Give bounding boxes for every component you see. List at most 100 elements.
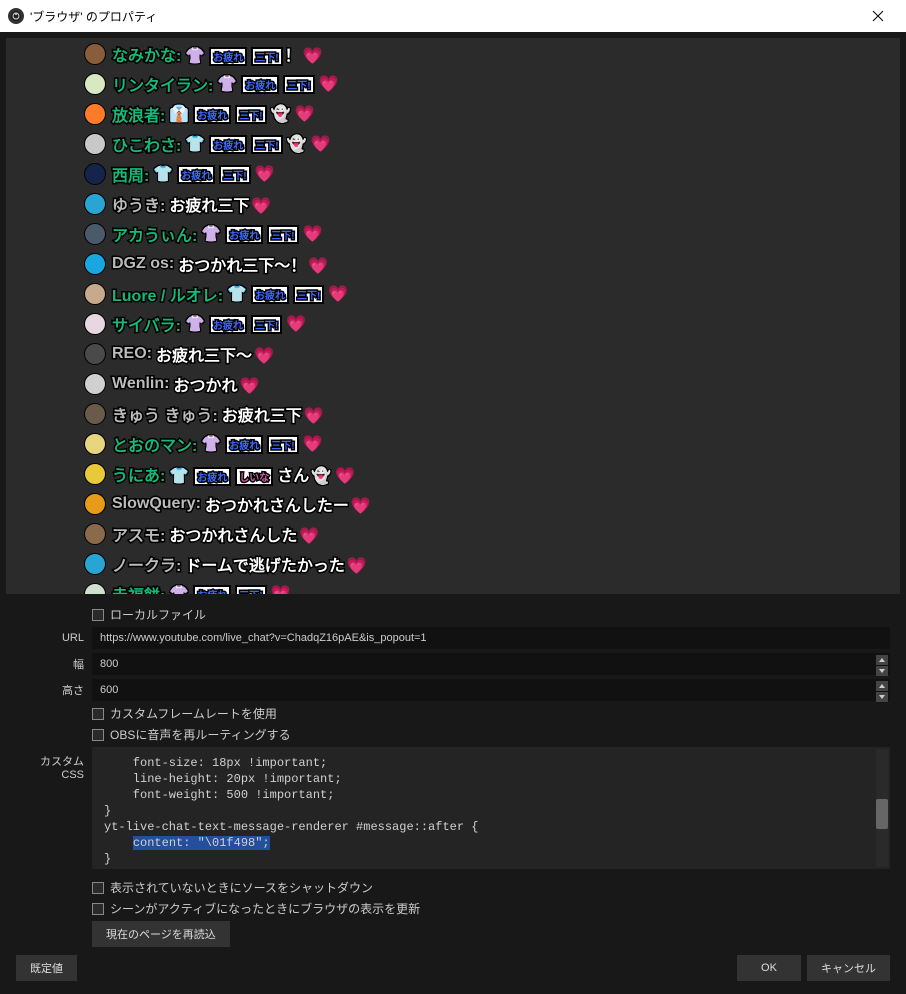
chat-username: リンタイラン:: [112, 72, 213, 96]
custom-css-label: カスタム CSS: [16, 747, 92, 781]
reroute-audio-checkbox[interactable]: OBSに音声を再ルーティングする: [92, 726, 890, 743]
chat-message: きゅう きゅう:お疲れ三下💗: [84, 402, 900, 426]
avatar: [84, 493, 106, 515]
chat-username: なみかな:: [112, 42, 181, 66]
avatar: [84, 283, 106, 305]
chat-body: 👚お疲れ三下!💗: [183, 314, 306, 334]
chat-message: Luore / ルオレ:👕お疲れ三下!💗: [84, 282, 900, 306]
avatar: [84, 433, 106, 455]
chat-body: 👕お疲れしいなさん👻💗: [167, 462, 355, 486]
window-title: 'ブラウザ' のプロパティ: [30, 8, 858, 25]
properties-form: ローカルファイル URL 幅 高さ: [6, 594, 900, 947]
chat-username: サイバラ:: [112, 312, 181, 336]
chat-username: REO:: [112, 345, 152, 363]
avatar: [84, 163, 106, 185]
local-file-checkbox[interactable]: ローカルファイル: [92, 606, 890, 623]
avatar: [84, 253, 106, 275]
avatar: [84, 463, 106, 485]
chat-username: ゆうき:: [112, 192, 165, 216]
defaults-button[interactable]: 既定値: [16, 955, 77, 981]
avatar: [84, 103, 106, 125]
custom-css-input[interactable]: font-size: 18px !important; line-height:…: [92, 747, 890, 869]
checkbox-icon: [92, 708, 104, 720]
chat-body: 👕お疲れ三下!💗: [151, 164, 274, 184]
css-scroll-thumb[interactable]: [876, 799, 888, 829]
avatar: [84, 583, 106, 594]
shutdown-checkbox[interactable]: 表示されていないときにソースをシャットダウン: [92, 879, 890, 896]
chat-message: DGZ os:おつかれ三下〜！💗: [84, 252, 900, 276]
css-scrollbar[interactable]: [876, 749, 888, 867]
chat-body: 👕お疲れ三下!💗: [225, 284, 348, 304]
chat-body: おつかれさんしたー💗: [203, 492, 371, 516]
chat-message: アカうぃん:👚お疲れ三下!💗: [84, 222, 900, 246]
chat-body: お疲れ三下〜💗: [154, 342, 274, 366]
chat-username: 西周:: [112, 162, 149, 186]
chat-message: SlowQuery:おつかれさんしたー💗: [84, 492, 900, 516]
checkbox-icon: [92, 609, 104, 621]
obs-icon: [8, 8, 24, 24]
chat-username: 赤福餅:: [112, 582, 165, 594]
avatar: [84, 133, 106, 155]
avatar: [84, 403, 106, 425]
chat-message: Wenlin:おつかれ💗: [84, 372, 900, 396]
chat-body: 👚お疲れ三下!💗: [167, 584, 290, 594]
chat-username: SlowQuery:: [112, 495, 201, 513]
width-label: 幅: [16, 656, 92, 672]
checkbox-icon: [92, 903, 104, 915]
avatar: [84, 523, 106, 545]
height-input[interactable]: [92, 679, 890, 701]
close-button[interactable]: [858, 0, 898, 32]
width-input[interactable]: [92, 653, 890, 675]
chat-message: アスモ:おつかれさんした💗: [84, 522, 900, 546]
checkbox-icon: [92, 729, 104, 741]
chat-message: 赤福餅:👚お疲れ三下!💗: [84, 582, 900, 594]
chat-username: アスモ:: [112, 522, 165, 546]
dialog-footer: 既定値 OK キャンセル: [6, 947, 900, 989]
dialog-content: なみかな:👚お疲れ三下!！💗リンタイラン:👚お疲れ三下!💗放浪者:👔お疲れ三下!…: [0, 32, 906, 994]
ok-button[interactable]: OK: [737, 955, 801, 981]
chat-body: お疲れ三下💗: [220, 402, 324, 426]
chat-body: おつかれ💗: [171, 372, 259, 396]
chat-body: おつかれ三下〜！💗: [176, 252, 328, 276]
reroute-audio-label: OBSに音声を再ルーティングする: [110, 726, 291, 743]
chat-message: ゆうき:お疲れ三下💗: [84, 192, 900, 216]
avatar: [84, 373, 106, 395]
chat-message: ひこわさ:👕お疲れ三下!👻💗: [84, 132, 900, 156]
avatar: [84, 343, 106, 365]
chat-body: 👚お疲れ三下!💗: [199, 224, 322, 244]
avatar: [84, 313, 106, 335]
chat-message: 西周:👕お疲れ三下!💗: [84, 162, 900, 186]
height-down-button[interactable]: [876, 692, 888, 702]
chat-message: REO:お疲れ三下〜💗: [84, 342, 900, 366]
chat-username: DGZ os:: [112, 255, 174, 273]
chat-body: 👚お疲れ三下!💗: [199, 434, 322, 454]
avatar: [84, 73, 106, 95]
width-up-button[interactable]: [876, 655, 888, 665]
chat-username: 放浪者:: [112, 102, 165, 126]
chat-body: お疲れ三下💗: [167, 192, 271, 216]
chat-body: 👚お疲れ三下!💗: [215, 74, 338, 94]
height-up-button[interactable]: [876, 681, 888, 691]
chat-username: ノークラ:: [112, 552, 181, 576]
chat-message: サイバラ:👚お疲れ三下!💗: [84, 312, 900, 336]
local-file-label: ローカルファイル: [110, 606, 206, 623]
reload-page-button[interactable]: 現在のページを再読込: [92, 921, 230, 947]
chat-username: ひこわさ:: [112, 132, 181, 156]
custom-fps-checkbox[interactable]: カスタムフレームレートを使用: [92, 705, 890, 722]
chat-username: Luore / ルオレ:: [112, 282, 223, 306]
height-label: 高さ: [16, 682, 92, 698]
chat-message: 放浪者:👔お疲れ三下!👻💗: [84, 102, 900, 126]
avatar: [84, 553, 106, 575]
url-input[interactable]: [92, 627, 890, 649]
refresh-checkbox[interactable]: シーンがアクティブになったときにブラウザの表示を更新: [92, 900, 890, 917]
width-down-button[interactable]: [876, 666, 888, 676]
chat-username: とおのマン:: [112, 432, 197, 456]
chat-body: ドームで逃げたかった💗: [183, 552, 366, 576]
cancel-button[interactable]: キャンセル: [807, 955, 890, 981]
chat-body: 👕お疲れ三下!👻💗: [183, 134, 330, 154]
chat-username: きゅう きゅう:: [112, 402, 218, 426]
browser-preview: なみかな:👚お疲れ三下!！💗リンタイラン:👚お疲れ三下!💗放浪者:👔お疲れ三下!…: [6, 38, 900, 594]
chat-username: アカうぃん:: [112, 222, 197, 246]
chat-message: とおのマン:👚お疲れ三下!💗: [84, 432, 900, 456]
chat-body: おつかれさんした💗: [167, 522, 319, 546]
